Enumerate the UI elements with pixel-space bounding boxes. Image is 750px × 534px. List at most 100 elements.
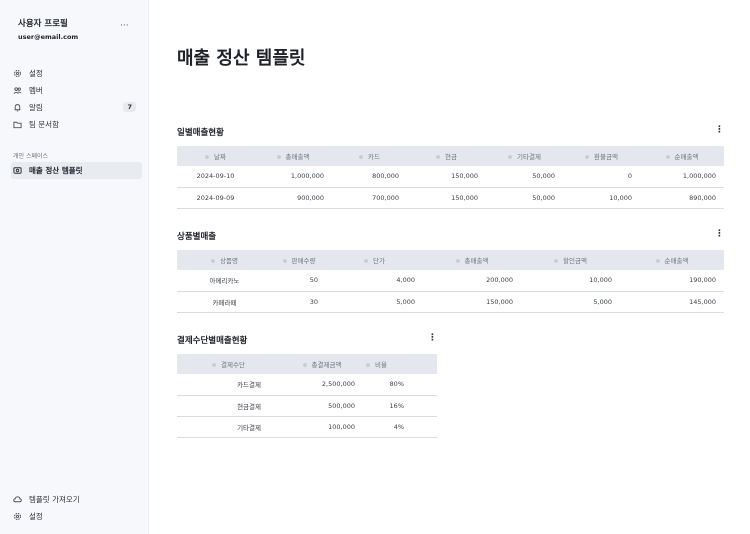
table-cell[interactable]: 80% bbox=[364, 374, 437, 396]
table-cell[interactable]: 10,000 bbox=[521, 270, 620, 292]
sidebar-item-label: 팀 문서함 bbox=[29, 120, 59, 129]
table-cell[interactable]: 50 bbox=[272, 270, 326, 292]
column-header[interactable]: 카드 bbox=[332, 146, 407, 166]
column-header[interactable]: 결제수단 bbox=[177, 354, 280, 374]
sidebar-nav: 설정 멤버 알림 7 팀 문서함 bbox=[11, 65, 142, 133]
daily-table-menu-icon[interactable]: ⋮ bbox=[715, 126, 724, 135]
table-cell[interactable]: 100,000 bbox=[280, 416, 364, 438]
more-options-icon[interactable]: ··· bbox=[120, 22, 129, 31]
table-cell[interactable]: 2024-09-09 bbox=[177, 187, 254, 209]
sidebar-item-label: 매출 정산 템플릿 bbox=[29, 166, 83, 175]
column-header[interactable]: 단가 bbox=[326, 250, 423, 270]
table-cell[interactable]: 0 bbox=[563, 166, 640, 188]
sidebar-item-label: 설정 bbox=[29, 69, 43, 78]
table-cell[interactable]: 카드결제 bbox=[177, 374, 280, 396]
product-sales-table: 상품명 판매수량 단가 총매출액 할인금액 순매출액 아메리카노 50 4,00… bbox=[177, 250, 724, 313]
sidebar-item-settings-bottom[interactable]: 설정 bbox=[11, 508, 142, 525]
table-cell[interactable]: 4% bbox=[364, 416, 437, 438]
column-header[interactable]: 상품명 bbox=[177, 250, 272, 270]
sidebar-item-settings[interactable]: 설정 bbox=[11, 65, 142, 82]
sidebar: 사용자 프로필 user@email.com ··· 설정 멤버 알림 7 팀 … bbox=[0, 0, 149, 534]
sidebar-item-label: 알림 bbox=[29, 103, 43, 112]
sidebar-item-notifications[interactable]: 알림 7 bbox=[11, 99, 142, 116]
table-cell[interactable]: 30 bbox=[272, 291, 326, 313]
cloud-download-icon bbox=[13, 495, 22, 504]
column-header[interactable]: 비율 bbox=[364, 354, 437, 374]
page-title: 매출 정산 템플릿 bbox=[177, 48, 306, 69]
column-header[interactable]: 날짜 bbox=[177, 146, 254, 166]
table-row[interactable]: 기타결제 100,000 4% bbox=[177, 416, 437, 438]
table-cell[interactable]: 900,000 bbox=[254, 187, 332, 209]
personal-space-label: 개인 스페이스 bbox=[13, 153, 49, 160]
column-header[interactable]: 총결제금액 bbox=[280, 354, 364, 374]
sidebar-item-label: 템플릿 가져오기 bbox=[29, 495, 80, 504]
column-header[interactable]: 순매출액 bbox=[640, 146, 724, 166]
profile-name: 사용자 프로필 bbox=[18, 19, 68, 29]
sidebar-item-import-template[interactable]: 템플릿 가져오기 bbox=[11, 491, 142, 508]
table-cell[interactable]: 현금결제 bbox=[177, 395, 280, 417]
sidebar-item-sales-template[interactable]: 매출 정산 템플릿 bbox=[11, 162, 142, 179]
column-header[interactable]: 총매출액 bbox=[423, 250, 521, 270]
column-header[interactable]: 환불금액 bbox=[563, 146, 640, 166]
sidebar-item-members[interactable]: 멤버 bbox=[11, 82, 142, 99]
table-cell[interactable]: 5,000 bbox=[326, 291, 423, 313]
column-header[interactable]: 총매출액 bbox=[254, 146, 332, 166]
table-cell[interactable]: 2024-09-10 bbox=[177, 166, 254, 188]
table-row[interactable]: 아메리카노 50 4,000 200,000 10,000 190,000 bbox=[177, 270, 724, 292]
payment-table-menu-icon[interactable]: ⋮ bbox=[428, 334, 437, 343]
table-cell[interactable]: 카페라떼 bbox=[177, 291, 272, 313]
product-table-menu-icon[interactable]: ⋮ bbox=[715, 230, 724, 239]
table-header-row: 결제수단 총결제금액 비율 bbox=[177, 354, 437, 374]
bell-icon bbox=[13, 103, 22, 112]
table-cell[interactable]: 150,000 bbox=[407, 166, 486, 188]
column-header[interactable]: 할인금액 bbox=[521, 250, 620, 270]
table-cell[interactable]: 150,000 bbox=[423, 291, 521, 313]
folder-icon bbox=[13, 120, 22, 129]
sidebar-bottom-nav: 템플릿 가져오기 설정 bbox=[11, 491, 142, 525]
payment-method-sales-title: 결제수단별매출현황 bbox=[177, 336, 248, 346]
table-cell[interactable]: 800,000 bbox=[332, 166, 407, 188]
table-cell[interactable]: 700,000 bbox=[332, 187, 407, 209]
table-row[interactable]: 현금결제 500,000 16% bbox=[177, 395, 437, 417]
table-header-row: 상품명 판매수량 단가 총매출액 할인금액 순매출액 bbox=[177, 250, 724, 270]
personal-space-nav: 매출 정산 템플릿 bbox=[11, 162, 142, 179]
table-cell[interactable]: 기타결제 bbox=[177, 416, 280, 438]
table-cell[interactable]: 1,000,000 bbox=[254, 166, 332, 188]
gear-icon bbox=[13, 69, 22, 78]
column-header[interactable]: 판매수량 bbox=[272, 250, 326, 270]
table-cell[interactable]: 5,000 bbox=[521, 291, 620, 313]
table-cell[interactable]: 200,000 bbox=[423, 270, 521, 292]
column-header[interactable]: 기타결제 bbox=[486, 146, 563, 166]
daily-sales-title: 일별매출현황 bbox=[177, 128, 224, 138]
table-cell[interactable]: 2,500,000 bbox=[280, 374, 364, 396]
table-row[interactable]: 2024-09-09 900,000 700,000 150,000 50,00… bbox=[177, 187, 724, 209]
notification-count-badge: 7 bbox=[123, 102, 136, 112]
table-cell[interactable]: 145,000 bbox=[620, 291, 724, 313]
sidebar-item-label: 설정 bbox=[29, 512, 43, 521]
table-cell[interactable]: 1,000,000 bbox=[640, 166, 724, 188]
table-cell[interactable]: 아메리카노 bbox=[177, 270, 272, 292]
table-cell[interactable]: 16% bbox=[364, 395, 437, 417]
table-cell[interactable]: 190,000 bbox=[620, 270, 724, 292]
column-header[interactable]: 순매출액 bbox=[620, 250, 724, 270]
sidebar-item-label: 멤버 bbox=[29, 86, 43, 95]
table-cell[interactable]: 50,000 bbox=[486, 187, 563, 209]
table-cell[interactable]: 150,000 bbox=[407, 187, 486, 209]
table-cell[interactable]: 500,000 bbox=[280, 395, 364, 417]
table-row[interactable]: 카페라떼 30 5,000 150,000 5,000 145,000 bbox=[177, 291, 724, 313]
table-cell[interactable]: 10,000 bbox=[563, 187, 640, 209]
table-header-row: 날짜 총매출액 카드 현금 기타결제 환불금액 순매출액 bbox=[177, 146, 724, 166]
column-header[interactable]: 현금 bbox=[407, 146, 486, 166]
daily-sales-table: 날짜 총매출액 카드 현금 기타결제 환불금액 순매출액 2024-09-10 … bbox=[177, 146, 724, 209]
profile[interactable]: 사용자 프로필 user@email.com bbox=[18, 17, 78, 41]
product-sales-title: 상품별매출 bbox=[177, 232, 217, 242]
table-cell[interactable]: 890,000 bbox=[640, 187, 724, 209]
gear-icon bbox=[13, 512, 22, 521]
sidebar-item-team-docs[interactable]: 팀 문서함 bbox=[11, 116, 142, 133]
table-cell[interactable]: 4,000 bbox=[326, 270, 423, 292]
table-cell[interactable]: 50,000 bbox=[486, 166, 563, 188]
table-row[interactable]: 2024-09-10 1,000,000 800,000 150,000 50,… bbox=[177, 166, 724, 188]
profile-email: user@email.com bbox=[18, 33, 79, 41]
table-row[interactable]: 카드결제 2,500,000 80% bbox=[177, 374, 437, 396]
users-icon bbox=[13, 86, 22, 95]
